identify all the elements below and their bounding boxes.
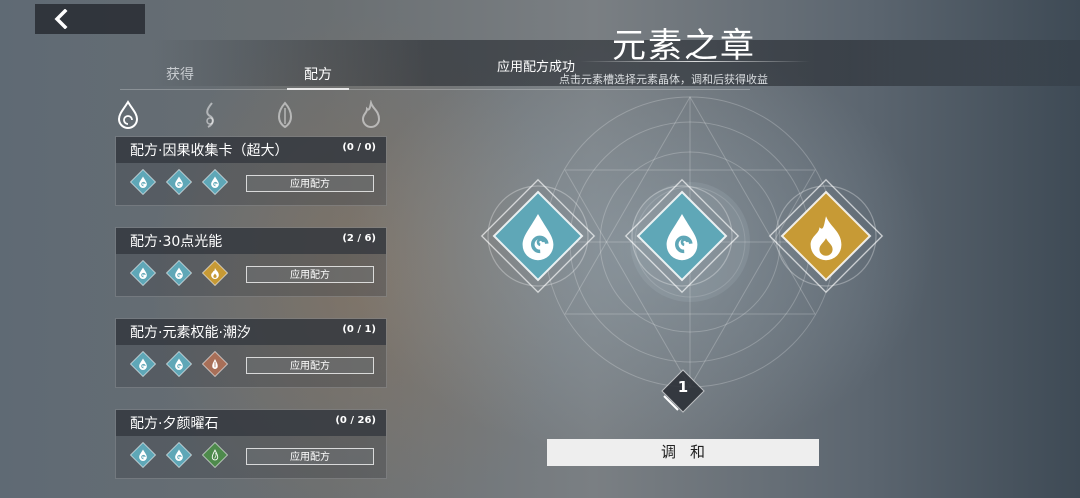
nature-filter-icon[interactable] [272,100,298,130]
recipe-card[interactable]: 配方·因果收集卡（超大） (0 / 0) 应用配方 [115,136,387,206]
recipe-header: 配方·因果收集卡（超大） (0 / 0) [116,137,386,163]
earth-gem-icon [202,351,228,377]
instruction-text: 点击元素槽选择元素晶体，调和后获得收益 [559,73,768,86]
water-gem-icon [166,351,192,377]
wind-filter-icon[interactable] [198,100,224,130]
harmonize-button[interactable]: 调和 [547,439,819,466]
apply-recipe-button[interactable]: 应用配方 [246,448,374,465]
recipe-name: 配方·30点光能 [130,234,223,250]
title-divider [580,61,810,62]
recipe-count: (0 / 1) [342,324,376,335]
recipe-card[interactable]: 配方·夕颜曜石 (0 / 26) 应用配方 [115,409,387,479]
tab-obtain[interactable]: 获得 [166,64,194,84]
recipe-header: 配方·30点光能 (2 / 6) [116,228,386,254]
quantity-value: 1 [677,378,689,396]
water-gem-icon [130,169,156,195]
recipe-count: (0 / 26) [335,415,376,426]
apply-recipe-button[interactable]: 应用配方 [246,175,374,192]
water-gem-icon [130,351,156,377]
element-slot-fire[interactable] [766,176,886,296]
apply-recipe-button[interactable]: 应用配方 [246,357,374,374]
chevron-left-icon [54,9,68,29]
recipe-count: (0 / 0) [342,142,376,153]
recipe-name: 配方·夕颜曜石 [130,416,219,432]
fire-filter-icon[interactable] [358,100,384,130]
fire-gem-icon [202,260,228,286]
page-title: 元素之章 [612,26,756,66]
back-button[interactable] [35,4,145,34]
recipe-name: 配方·元素权能·潮汐 [130,325,251,341]
tab-recipe[interactable]: 配方 [304,64,332,84]
apply-recipe-button[interactable]: 应用配方 [246,266,374,283]
nature-gem-icon [202,442,228,468]
tab-bar: 获得 配方 [120,64,390,90]
water-gem-icon [166,169,192,195]
recipe-header: 配方·元素权能·潮汐 (0 / 1) [116,319,386,345]
active-tab-indicator [287,88,349,90]
recipe-card[interactable]: 配方·元素权能·潮汐 (0 / 1) 应用配方 [115,318,387,388]
water-gem-icon [130,260,156,286]
recipe-header: 配方·夕颜曜石 (0 / 26) [116,410,386,436]
element-slot-water[interactable] [478,176,598,296]
recipe-name: 配方·因果收集卡（超大） [130,143,289,159]
recipe-count: (2 / 6) [342,233,376,244]
element-slot-water[interactable] [622,176,742,296]
water-gem-icon [166,260,192,286]
water-gem-icon [130,442,156,468]
recipe-card[interactable]: 配方·30点光能 (2 / 6) 应用配方 [115,227,387,297]
water-filter-icon[interactable] [115,100,141,130]
water-gem-icon [166,442,192,468]
water-gem-icon [202,169,228,195]
